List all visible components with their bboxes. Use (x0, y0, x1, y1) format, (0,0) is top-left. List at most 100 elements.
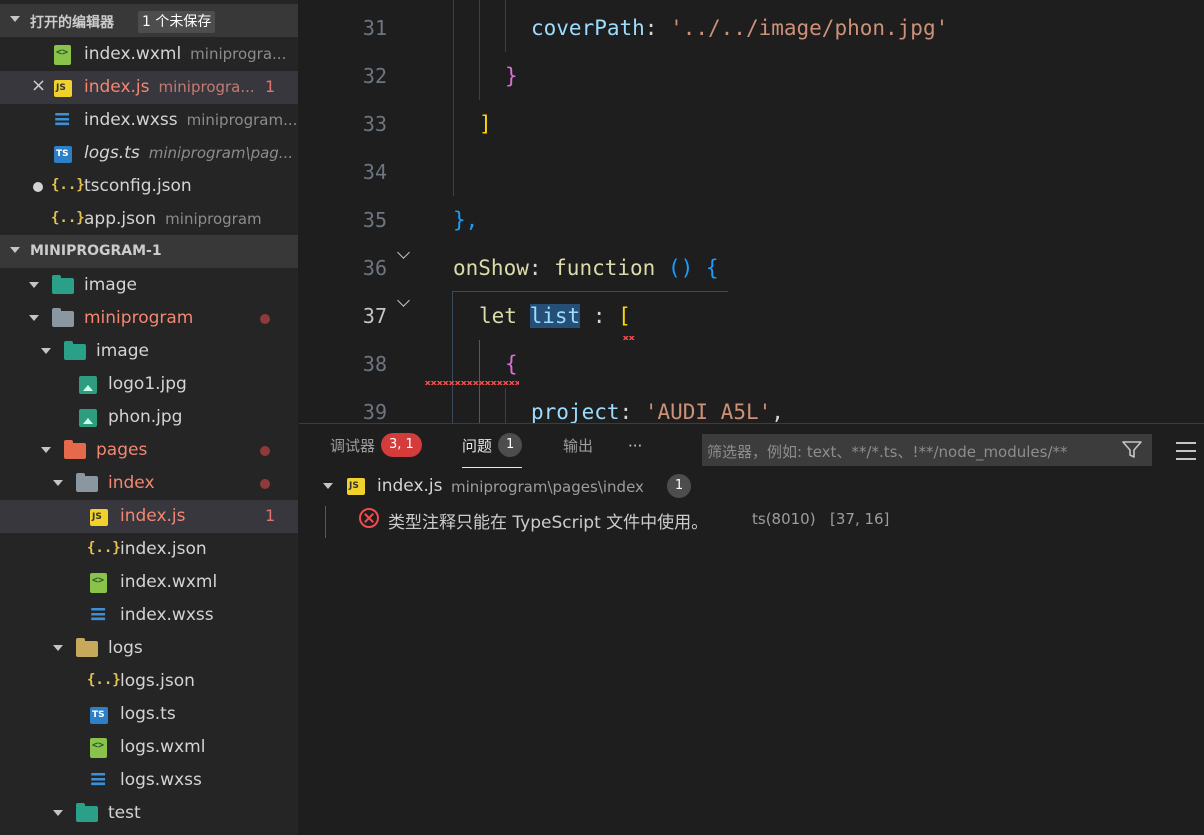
code-token: { (705, 256, 719, 280)
open-editors-title: 打开的编辑器 (30, 15, 114, 31)
ts-file-icon (90, 707, 108, 724)
indent-guide (453, 0, 454, 196)
tree-folder-test[interactable]: test (0, 797, 298, 830)
tab-debugger[interactable]: 调试器 3, 1 (330, 424, 422, 468)
open-editor-path: miniprogram\pag... (148, 144, 294, 162)
open-editor-item[interactable]: app.json miniprogram (0, 203, 298, 236)
tree-item-label: image (84, 275, 137, 295)
open-editor-item[interactable]: index.wxml miniprogra... (0, 38, 298, 71)
tab-output[interactable]: 输出 (563, 424, 593, 468)
tree-file[interactable]: logs.json (0, 665, 298, 698)
folder-icon (76, 473, 98, 492)
tree-folder-image[interactable]: image (0, 269, 298, 302)
tree-item-label: logs (108, 638, 143, 658)
tree-item-label: index.js (120, 506, 186, 526)
open-editor-item[interactable]: tsconfig.json (0, 170, 298, 203)
test-folder-icon (76, 803, 98, 822)
line-number: 39 (362, 400, 387, 423)
code-token: ] (479, 112, 492, 136)
debugger-badge: 3, 1 (381, 432, 422, 457)
code-line: } (505, 52, 518, 100)
open-editor-name: tsconfig.json (84, 176, 192, 196)
code-token: list (529, 304, 581, 328)
tree-file-selected[interactable]: index.js 1 (0, 500, 298, 533)
error-dot (260, 314, 270, 324)
code-token: { (505, 352, 518, 376)
tree-file[interactable]: phon.jpg (0, 401, 298, 434)
code-line: coverPath: '../../image/phon.jpg' (531, 4, 948, 52)
code-token: onShow (453, 256, 529, 280)
logs-folder-icon (76, 638, 98, 657)
problems-filter-input[interactable]: 筛选器，例如: text、**/*.ts、!**/node_modules/** (702, 434, 1152, 466)
open-editor-item[interactable]: index.wxss miniprogram... (0, 104, 298, 137)
tree-file[interactable]: logo1.jpg (0, 368, 298, 401)
workspace-header[interactable]: MINIPROGRAM-1 (0, 235, 298, 268)
tree-folder-pages[interactable]: pages (0, 434, 298, 467)
tree-file[interactable]: logs.wxml (0, 731, 298, 764)
open-editors-header[interactable]: 打开的编辑器 1 个未保存 (0, 4, 298, 37)
tree-file[interactable]: index.wxss (0, 599, 298, 632)
json-file-icon (87, 540, 121, 560)
tree-item-label: logs.json (120, 671, 195, 691)
tree-folder-logs[interactable]: logs (0, 632, 298, 665)
problem-source: ts(8010) (752, 510, 816, 528)
tree-item-label: index.json (120, 539, 207, 559)
workspace-title: MINIPROGRAM-1 (30, 243, 162, 259)
tree-folder-miniprogram[interactable]: miniprogram (0, 302, 298, 335)
line-number: 38 (362, 352, 387, 376)
line-number: 35 (362, 208, 387, 232)
indent-guide (479, 0, 480, 100)
close-icon[interactable]: × (31, 76, 46, 96)
code-token: }, (453, 208, 479, 232)
line-number: 33 (362, 112, 387, 136)
open-editor-item[interactable]: × index.js miniprogra... 1 (0, 71, 298, 104)
wxss-file-icon (52, 107, 72, 132)
filter-icon[interactable] (1122, 441, 1142, 459)
code-token: : (644, 16, 671, 40)
tree-file[interactable]: logs.wxss (0, 764, 298, 797)
code-token: : (580, 304, 619, 328)
problem-file-path: miniprogram\pages\index (451, 478, 644, 496)
tree-item-label: phon.jpg (108, 407, 183, 427)
explorer-sidebar: 打开的编辑器 1 个未保存 index.wxml miniprogra... × … (0, 0, 298, 835)
more-icon[interactable]: ··· (628, 424, 642, 468)
problem-item[interactable]: 类型注释只能在 TypeScript 文件中使用。 ts(8010) [37, … (299, 502, 1204, 534)
code-token: coverPath (531, 16, 645, 40)
open-editor-item[interactable]: logs.ts miniprogram\pag... (0, 137, 298, 170)
open-editor-path: miniprogram... (186, 111, 298, 129)
chevron-down-icon (53, 810, 63, 816)
tree-folder-image[interactable]: image (0, 335, 298, 368)
code-editor[interactable]: 31 32 33 34 35 36 37 38 39 coverPath: '.… (299, 0, 1204, 423)
tree-folder-index[interactable]: index (0, 467, 298, 500)
json-file-icon (87, 672, 121, 692)
bottom-panel: 调试器 3, 1 问题 1 输出 ··· 筛选器，例如: text、**/*.ts、… (299, 423, 1204, 835)
open-editor-path: miniprogra... (158, 78, 255, 96)
code-line: project: 'AUDI A5L', (531, 388, 784, 423)
tab-label: 问题 (462, 437, 493, 455)
json-file-icon (51, 177, 85, 197)
code-token: () (655, 256, 706, 280)
problem-file-row[interactable]: index.js miniprogram\pages\index 1 (299, 470, 1204, 502)
problems-badge: 1 (498, 432, 523, 457)
js-file-icon (90, 509, 108, 526)
tree-item-label: logs.wxss (120, 770, 202, 790)
js-file-icon (54, 80, 72, 97)
ts-file-icon (54, 146, 72, 163)
code-token: : (619, 400, 645, 423)
chevron-down-icon (53, 645, 63, 651)
tree-item-label: logo1.jpg (108, 374, 187, 394)
tab-label: 输出 (563, 437, 594, 455)
tab-problems[interactable]: 问题 1 (462, 424, 523, 468)
chevron-down-icon (29, 282, 39, 288)
tree-file[interactable]: index.wxml (0, 566, 298, 599)
unsaved-dot-icon (33, 182, 43, 192)
filter-placeholder: 筛选器，例如: text、**/*.ts、!**/node_modules/** (707, 443, 1068, 461)
json-file-icon (51, 210, 85, 230)
wxss-file-icon (88, 767, 108, 792)
open-editor-path: miniprogra... (190, 45, 287, 63)
tree-file[interactable]: index.json (0, 533, 298, 566)
view-menu-icon[interactable] (1176, 442, 1196, 464)
tree-file[interactable]: logs.ts (0, 698, 298, 731)
code-line: }, (453, 196, 478, 244)
chevron-down-icon (29, 315, 39, 321)
